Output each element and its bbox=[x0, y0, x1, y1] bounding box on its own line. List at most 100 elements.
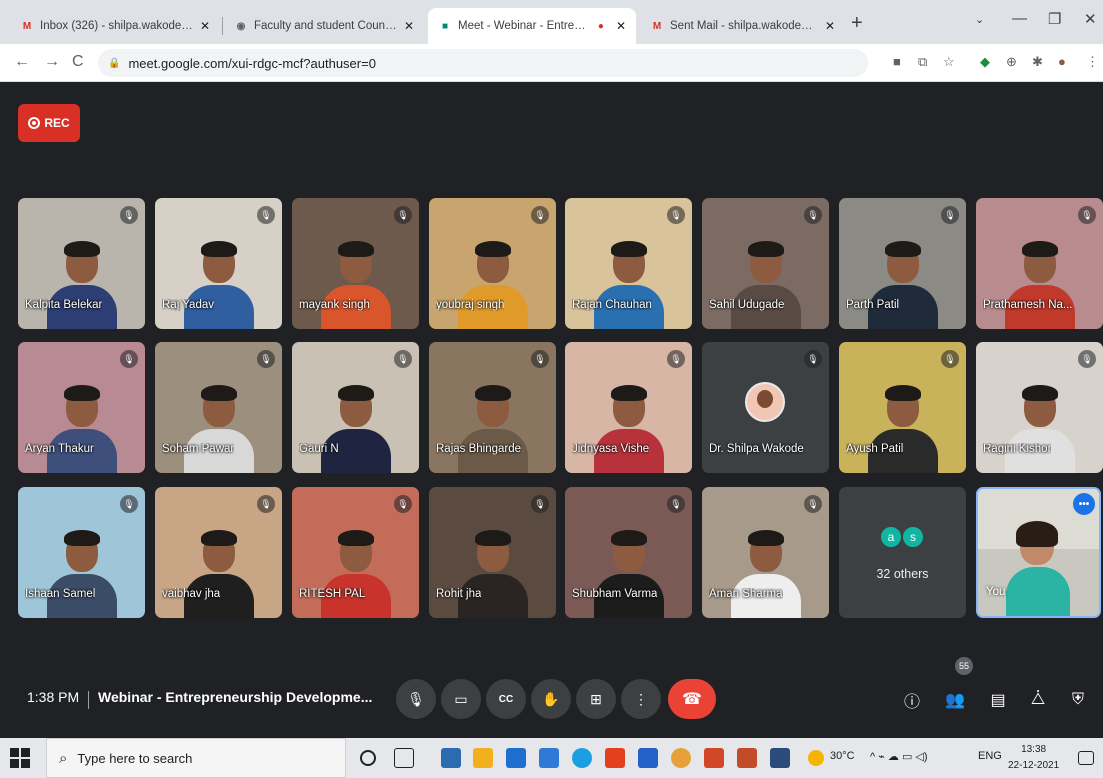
close-window-button[interactable]: ✕ bbox=[1084, 10, 1097, 28]
participant-tile[interactable]: 🎙 Rajas Bhingarde bbox=[429, 342, 556, 473]
activities-button[interactable]: ⧊ bbox=[1025, 687, 1051, 713]
input-language[interactable]: ENG bbox=[978, 750, 1002, 762]
participant-tile[interactable]: 🎙 youbraj singh bbox=[429, 198, 556, 329]
url-text: meet.google.com/xui-rdgc-mcf?authuser=0 bbox=[128, 55, 376, 71]
weather-sun-icon[interactable] bbox=[808, 750, 824, 766]
tray-icons[interactable]: ^ ⌁ ☁ ▭ ◁) bbox=[870, 750, 928, 763]
taskbar-app-icon[interactable] bbox=[737, 748, 757, 768]
minimize-button[interactable]: — bbox=[1012, 10, 1027, 27]
tab-faculty-council[interactable]: ◉ Faculty and student Council mem ✕ bbox=[224, 8, 424, 44]
camera-indicator-icon[interactable]: ■ bbox=[893, 54, 901, 69]
rec-label: REC bbox=[44, 116, 70, 130]
participant-name: Jidnyasa Vishe bbox=[572, 443, 650, 455]
browser-menu-icon[interactable]: ⋮ bbox=[1086, 54, 1099, 70]
mail-app-icon[interactable] bbox=[506, 748, 526, 768]
participant-tile[interactable]: 🎙 Kalpita Belekar bbox=[18, 198, 145, 329]
taskbar-app-icon[interactable] bbox=[770, 748, 790, 768]
participant-tile[interactable]: 🎙 Parth Patil bbox=[839, 198, 966, 329]
mic-muted-icon: 🎙 bbox=[257, 350, 275, 368]
host-controls-button[interactable]: ⛨ bbox=[1065, 687, 1091, 713]
profile-avatar bbox=[745, 382, 785, 422]
close-tab-icon[interactable]: ✕ bbox=[616, 19, 626, 33]
captions-button[interactable]: CC bbox=[486, 679, 526, 719]
extension-icon[interactable]: ◆ bbox=[980, 54, 990, 70]
notification-icon[interactable] bbox=[1078, 751, 1094, 765]
tab-meet[interactable]: ■ Meet - Webinar - Entrepreneu ● ✕ bbox=[428, 8, 636, 44]
participant-tile[interactable]: 🎙 Jidnyasa Vishe bbox=[565, 342, 692, 473]
zoom-app-icon[interactable] bbox=[638, 748, 658, 768]
participant-tile[interactable]: 🎙 mayank singh bbox=[292, 198, 419, 329]
store-app-icon[interactable] bbox=[539, 748, 559, 768]
camera-button[interactable]: ▭ bbox=[441, 679, 481, 719]
participant-tile[interactable]: 🎙 Raj Yadav bbox=[155, 198, 282, 329]
more-options-icon[interactable]: ••• bbox=[1073, 493, 1095, 515]
meet-control-bar: 1:38 PM Webinar - Entrepreneurship Devel… bbox=[0, 657, 1103, 738]
tab-separator bbox=[222, 17, 223, 35]
participants-button[interactable]: 👥 bbox=[942, 687, 968, 713]
chat-button[interactable]: ▤ bbox=[985, 687, 1011, 713]
windows-start-button[interactable] bbox=[10, 748, 30, 768]
close-tab-icon[interactable]: ✕ bbox=[200, 19, 210, 33]
participant-tile[interactable]: 🎙 Ayush Patil bbox=[839, 342, 966, 473]
more-options-button[interactable]: ⋮ bbox=[621, 679, 661, 719]
leave-call-button[interactable]: ☎ bbox=[668, 679, 716, 719]
close-tab-icon[interactable]: ✕ bbox=[404, 19, 414, 33]
extensions-puzzle-icon[interactable]: ✱ bbox=[1032, 54, 1043, 70]
participant-tile[interactable]: 🎙 Gauri N bbox=[292, 342, 419, 473]
participant-video bbox=[592, 381, 666, 473]
office-app-icon[interactable] bbox=[605, 748, 625, 768]
tab-title: Faculty and student Council mem bbox=[254, 20, 398, 32]
microphone-button[interactable]: 🎙 bbox=[396, 679, 436, 719]
participant-tile[interactable]: 🎙 Rajan Chauhan bbox=[565, 198, 692, 329]
participant-name: Shubham Varma bbox=[572, 588, 658, 600]
new-tab-button[interactable]: + bbox=[851, 12, 863, 35]
others-tile[interactable]: a s 32 others bbox=[839, 487, 966, 618]
meeting-info-button[interactable]: ⓘ bbox=[899, 687, 925, 713]
participant-name: Sahil Udugade bbox=[709, 299, 785, 311]
bookmark-star-icon[interactable]: ☆ bbox=[943, 54, 955, 70]
taskbar-search-box[interactable]: ⌕ Type here to search bbox=[46, 738, 346, 778]
tab-inbox[interactable]: M Inbox (326) - shilpa.wakode@hrc ✕ bbox=[10, 8, 220, 44]
participant-tile[interactable]: 🎙 Ishaan Samel bbox=[18, 487, 145, 618]
present-button[interactable]: ⊞ bbox=[576, 679, 616, 719]
participant-video bbox=[319, 237, 393, 329]
forward-arrow-icon[interactable]: → bbox=[44, 53, 60, 71]
address-bar[interactable]: 🔒 meet.google.com/xui-rdgc-mcf?authuser=… bbox=[98, 49, 868, 77]
mic-muted-icon: 🎙 bbox=[531, 350, 549, 368]
maximize-button[interactable]: ❐ bbox=[1048, 10, 1061, 28]
extension-icon[interactable]: ⊕ bbox=[1006, 54, 1017, 70]
tab-sent-mail[interactable]: M Sent Mail - shilpa.wakode@gma ✕ bbox=[640, 8, 845, 44]
participant-tile[interactable]: 🎙 Prathamesh Na... bbox=[976, 198, 1103, 329]
participant-tile[interactable]: 🎙 Soham Pawar bbox=[155, 342, 282, 473]
reload-icon[interactable]: C bbox=[72, 53, 84, 71]
participant-name: Rajas Bhingarde bbox=[436, 443, 522, 455]
participant-name: Ishaan Samel bbox=[25, 588, 96, 600]
profile-avatar[interactable]: ● bbox=[1058, 54, 1066, 69]
tab-search-icon[interactable]: ⌄ bbox=[975, 13, 984, 26]
participant-tile[interactable]: 🎙 Aryan Thakur bbox=[18, 342, 145, 473]
cortana-icon[interactable] bbox=[360, 750, 376, 766]
raise-hand-button[interactable]: ✋ bbox=[531, 679, 571, 719]
back-arrow-icon[interactable]: ← bbox=[14, 53, 30, 71]
edge-browser-icon[interactable] bbox=[572, 748, 592, 768]
system-clock[interactable]: 13:38 22-12-2021 bbox=[1008, 742, 1059, 774]
meet-area: REC 🎙 Kalpita Belekar 🎙 Raj Yadav 🎙 mayank si… bbox=[0, 82, 1103, 738]
participant-tile[interactable]: 🎙 Dr. Shilpa Wakode bbox=[702, 342, 829, 473]
self-video-tile[interactable]: ••• You bbox=[976, 487, 1101, 618]
powerpoint-app-icon[interactable] bbox=[704, 748, 724, 768]
file-explorer-icon[interactable] bbox=[473, 748, 493, 768]
recording-indicator[interactable]: REC bbox=[18, 104, 80, 142]
task-view-icon[interactable] bbox=[394, 748, 414, 768]
share-icon[interactable]: ⧉ bbox=[918, 54, 927, 70]
close-tab-icon[interactable]: ✕ bbox=[825, 19, 835, 33]
chrome-browser-icon[interactable] bbox=[671, 748, 691, 768]
participant-tile[interactable]: 🎙 Rohit jha bbox=[429, 487, 556, 618]
participant-tile[interactable]: 🎙 Shubham Varma bbox=[565, 487, 692, 618]
participant-tile[interactable]: 🎙 vaibhav jha bbox=[155, 487, 282, 618]
participant-tile[interactable]: 🎙 Aman Sharma bbox=[702, 487, 829, 618]
weather-temp[interactable]: 30°C bbox=[830, 750, 855, 762]
participant-tile[interactable]: 🎙 Ragini Kishor bbox=[976, 342, 1103, 473]
participant-tile[interactable]: 🎙 RITESH PAL bbox=[292, 487, 419, 618]
participant-tile[interactable]: 🎙 Sahil Udugade bbox=[702, 198, 829, 329]
calculator-app-icon[interactable] bbox=[441, 748, 461, 768]
